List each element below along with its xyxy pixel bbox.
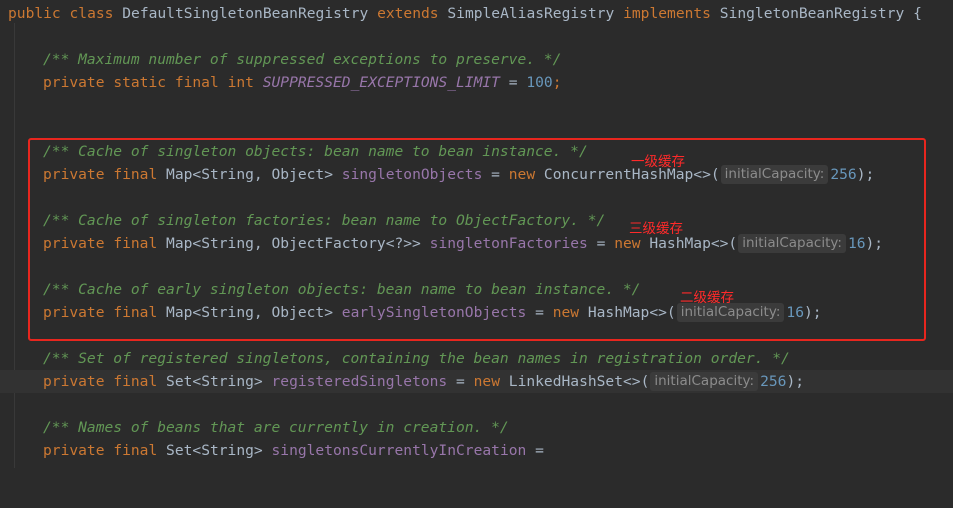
number-literal: 100 <box>526 74 553 91</box>
field-name: singletonsCurrentlyInCreation <box>271 442 527 459</box>
keyword-final: final <box>113 442 158 459</box>
keyword-int: int <box>227 74 254 91</box>
keyword-private: private <box>43 373 105 390</box>
close-paren: ); <box>786 373 805 390</box>
keyword-class: class <box>69 5 114 22</box>
keyword-public: public <box>8 5 61 22</box>
keyword-extends: extends <box>377 5 439 22</box>
code-line-class-declaration[interactable]: public class DefaultSingletonBeanRegistr… <box>0 2 953 25</box>
keyword-final: final <box>113 373 158 390</box>
semicolon: ; <box>552 74 562 91</box>
keyword-private: private <box>43 74 105 91</box>
keyword-implements: implements <box>623 5 711 22</box>
code-line-suppressed-field[interactable]: private static final int SUPPRESSED_EXCE… <box>0 71 953 94</box>
annotation-first-level-cache: 一级缓存 <box>631 154 685 170</box>
code-line-in-creation-field[interactable]: private final Set<String> singletonsCurr… <box>0 439 953 462</box>
field-type: Set<String> <box>166 442 263 459</box>
parameter-hint: initialCapacity: <box>650 372 759 391</box>
doc-comment: /** Set of registered singletons, contai… <box>43 350 790 367</box>
code-editor[interactable]: public class DefaultSingletonBeanRegistr… <box>0 0 953 468</box>
interface-name: SingletonBeanRegistry <box>719 5 905 22</box>
keyword-final: final <box>174 74 219 91</box>
keyword-private: private <box>43 442 105 459</box>
superclass-name: SimpleAliasRegistry <box>447 5 615 22</box>
open-brace: { <box>913 5 922 22</box>
code-line-registered-field-current[interactable]: private final Set<String> registeredSing… <box>0 370 953 393</box>
assign-operator: = <box>508 74 518 91</box>
field-name: registeredSingletons <box>271 373 448 390</box>
doc-comment: /** Names of beans that are currently in… <box>43 419 509 436</box>
keyword-static: static <box>113 74 167 91</box>
code-line-suppressed-comment[interactable]: /** Maximum number of suppressed excepti… <box>0 48 953 71</box>
constructor-call: LinkedHashSet<>( <box>508 373 650 390</box>
class-name: DefaultSingletonBeanRegistry <box>122 5 369 22</box>
constant-name: SUPPRESSED_EXCEPTIONS_LIMIT <box>262 74 500 91</box>
field-type: Set<String> <box>166 373 263 390</box>
annotation-third-level-cache: 三级缓存 <box>629 221 683 237</box>
assign-operator: = <box>535 442 544 459</box>
number-literal: 256 <box>760 373 787 390</box>
annotation-highlight-box <box>28 138 926 341</box>
code-line-registered-comment[interactable]: /** Set of registered singletons, contai… <box>0 347 953 370</box>
assign-operator: = <box>456 373 465 390</box>
doc-comment: /** Maximum number of suppressed excepti… <box>43 51 562 68</box>
annotation-second-level-cache: 二级缓存 <box>680 290 734 306</box>
code-line-in-creation-comment[interactable]: /** Names of beans that are currently in… <box>0 416 953 439</box>
keyword-new: new <box>473 373 500 390</box>
